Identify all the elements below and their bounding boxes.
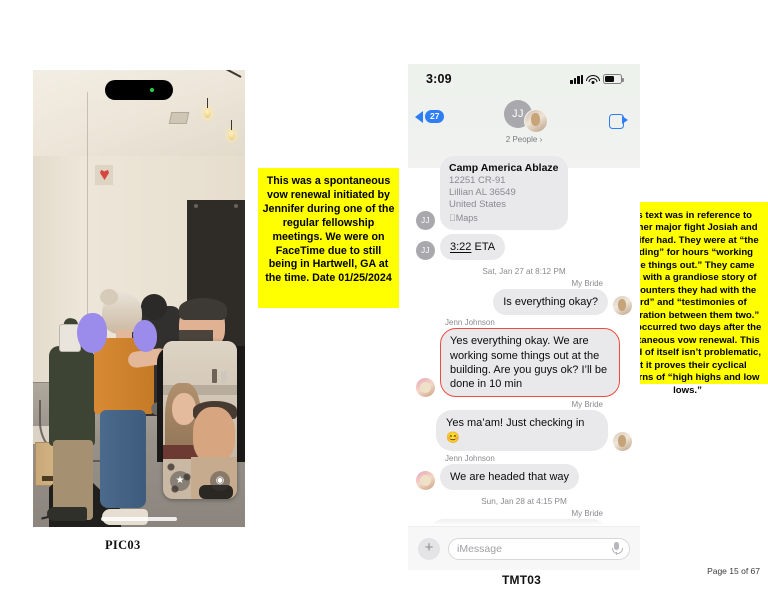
microphone-icon[interactable] xyxy=(612,542,623,555)
message-row: Is everything okay? xyxy=(416,288,632,316)
message-thread[interactable]: JJ Camp America Ablaze 12251 CR-91 Lilli… xyxy=(408,156,640,526)
conversation-nav-bar: 27 JJ 2 People › xyxy=(408,94,640,156)
imessage-input[interactable]: iMessage xyxy=(448,537,630,560)
avatar-jj: JJ xyxy=(416,210,435,230)
message-bubble[interactable]: 3:22 ETA xyxy=(440,233,506,260)
tmt-label: TMT03 xyxy=(502,573,542,587)
message-bubble[interactable]: Is everything okay? xyxy=(493,288,608,316)
eta-time: 3:22 xyxy=(450,240,472,253)
redaction-blob xyxy=(77,313,107,353)
sender-label: My Bride xyxy=(571,400,603,410)
message-row-highlighted: Yes everything okay. We are working some… xyxy=(416,328,632,398)
thread-timestamp: Sun, Jan 28 at 4:15 PM xyxy=(481,497,567,507)
message-bubble[interactable]: Yes everything okay. We are working some… xyxy=(440,328,620,398)
message-composer: + iMessage xyxy=(408,526,640,570)
avatar-photo xyxy=(524,109,548,133)
sender-label: Jenn Johnson xyxy=(445,454,495,463)
avatar-jj: JJ xyxy=(416,240,435,260)
add-attachment-button[interactable]: + xyxy=(418,537,440,560)
dynamic-island xyxy=(105,80,173,100)
message-row: Yes ma’am! Just checking in 😊 xyxy=(416,410,632,451)
status-bar: 3:09 xyxy=(408,64,640,94)
pendant-bulb xyxy=(204,98,211,118)
location-line-3: United States xyxy=(449,198,507,210)
callout-left: This was a spontaneous vow renewal initi… xyxy=(258,168,399,308)
avatar-jenn-johnson xyxy=(416,471,435,491)
thread-timestamp: Sat, Jan 27 at 8:12 PM xyxy=(482,266,566,276)
battery-icon xyxy=(603,74,624,84)
pendant-bulb xyxy=(228,120,235,140)
sender-label: Jenn Johnson xyxy=(445,318,495,328)
group-identity[interactable]: JJ 2 People › xyxy=(502,100,548,144)
back-button[interactable]: 27 xyxy=(415,110,445,124)
photo-scene: ★ ◉ xyxy=(33,70,245,527)
sender-label: My Bride xyxy=(571,278,603,288)
message-row: We are headed that way xyxy=(416,464,632,491)
facetime-pip[interactable]: ★ ◉ xyxy=(163,341,237,499)
chevron-left-icon xyxy=(415,110,423,123)
redaction-blob xyxy=(133,320,157,352)
message-bubble[interactable]: We could head back to OB and get hot dri… xyxy=(428,519,608,526)
maps-attribution: Maps xyxy=(449,212,478,223)
group-subtitle[interactable]: 2 People › xyxy=(506,135,542,144)
avatar-my-bride xyxy=(613,432,632,451)
pic-label: PIC03 xyxy=(105,538,141,552)
message-bubble[interactable]: Yes ma’am! Just checking in 😊 xyxy=(436,410,608,451)
wifi-icon xyxy=(586,74,600,84)
sender-label: My Bride xyxy=(571,509,603,519)
location-line-2: Lillian AL 36549 xyxy=(449,186,516,198)
cellular-signal-icon xyxy=(570,74,583,84)
message-bubble[interactable]: We are headed that way xyxy=(440,464,580,491)
effects-star-icon[interactable]: ★ xyxy=(170,471,190,491)
vow-renewal-photo: ★ ◉ xyxy=(33,70,245,527)
page-footer: Page 15 of 67 xyxy=(707,566,760,576)
location-title: Camp America Ablaze xyxy=(449,162,559,174)
imessage-screenshot: 3:09 27 JJ 2 People › JJ Camp America Ab… xyxy=(408,64,640,570)
location-card[interactable]: Camp America Ablaze 12251 CR-91 Lillian … xyxy=(440,156,568,230)
status-time: 3:09 xyxy=(426,72,452,86)
message-row: JJ 3:22 ETA xyxy=(416,233,632,260)
group-avatars: JJ xyxy=(502,100,548,134)
message-row-location: JJ Camp America Ablaze 12251 CR-91 Lilli… xyxy=(416,156,632,230)
wall-art xyxy=(95,165,113,185)
avatar-my-bride xyxy=(613,296,632,316)
ceiling-vent xyxy=(168,112,190,124)
location-line-1: 12251 CR-91 xyxy=(449,175,506,186)
flip-camera-icon[interactable]: ◉ xyxy=(210,471,230,491)
facetime-video-icon[interactable] xyxy=(609,114,628,129)
avatar-jenn-johnson xyxy=(416,378,435,398)
imessage-placeholder: iMessage xyxy=(457,542,502,555)
message-row: We could head back to OB and get hot dri… xyxy=(416,519,632,526)
unread-badge: 27 xyxy=(425,110,445,124)
home-indicator xyxy=(101,517,177,521)
